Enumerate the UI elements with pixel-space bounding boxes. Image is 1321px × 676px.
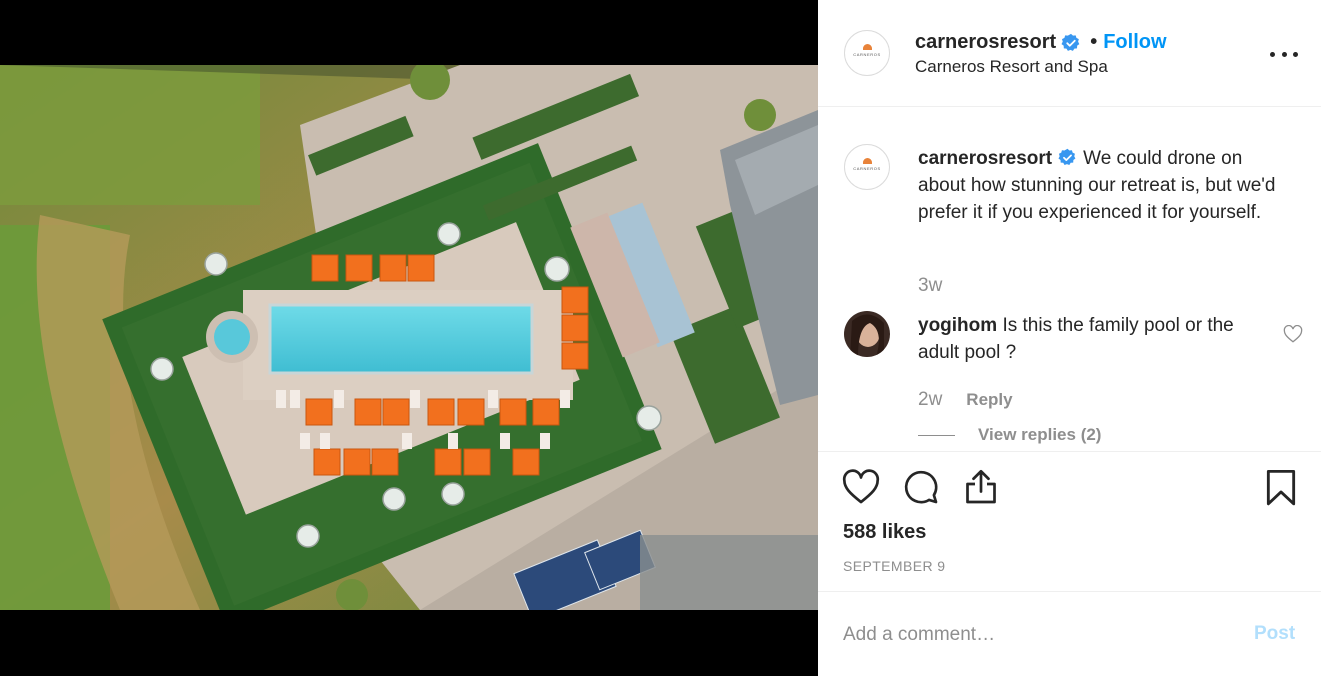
post-header: CARNEROS carnerosresort • Follow Carnero… (818, 0, 1321, 107)
comment-input[interactable] (843, 622, 1223, 648)
carneros-logo-mark-icon (863, 44, 872, 50)
avatar-wordmark: CARNEROS (853, 52, 881, 57)
header-username[interactable]: carnerosresort (915, 31, 1056, 54)
header-user-line: carnerosresort • Follow (915, 31, 1167, 54)
comment-timestamp[interactable]: 2w (918, 389, 942, 411)
caption-timestamp[interactable]: 3w (918, 275, 942, 297)
post-media (0, 0, 818, 676)
comments-section[interactable]: CARNEROS carnerosresort We could drone o… (818, 108, 1321, 451)
avatar-photo (844, 311, 890, 357)
post-details-panel: CARNEROS carnerosresort • Follow Carnero… (818, 0, 1321, 676)
view-replies-button[interactable]: View replies (2) (918, 425, 1101, 445)
bookmark-icon[interactable] (1265, 469, 1297, 507)
separator-dot: • (1090, 31, 1098, 53)
likes-count[interactable]: 588 likes (843, 521, 926, 544)
more-options-icon[interactable] (1270, 44, 1298, 64)
post-photo[interactable] (0, 65, 818, 610)
caption-avatar[interactable]: CARNEROS (844, 144, 890, 190)
caption-username[interactable]: carnerosresort (918, 148, 1052, 169)
share-icon[interactable] (963, 469, 999, 505)
comment-username[interactable]: yogihom (918, 315, 997, 336)
avatar[interactable]: CARNEROS (844, 30, 890, 76)
dot (1270, 51, 1275, 57)
view-replies-label: View replies (2) (978, 425, 1102, 444)
follow-button[interactable]: Follow (1103, 31, 1166, 54)
commenter-avatar[interactable] (844, 311, 890, 357)
dot (1281, 51, 1287, 57)
verified-badge-icon (1058, 148, 1076, 166)
divider-line (918, 434, 955, 436)
location-link[interactable]: Carneros Resort and Spa (915, 57, 1108, 77)
post-comment-button[interactable]: Post (1254, 623, 1295, 645)
post-actions: 588 likes SEPTEMBER 9 (818, 451, 1321, 591)
comment-meta: 2w Reply (918, 389, 1013, 411)
avatar-wordmark: CARNEROS (853, 166, 881, 171)
reply-button[interactable]: Reply (966, 390, 1012, 410)
comment-icon[interactable] (903, 469, 939, 505)
verified-badge-icon (1061, 33, 1080, 51)
heart-icon[interactable] (842, 469, 880, 505)
dot (1293, 51, 1298, 57)
comment-text-block: yogihom Is this the family pool or the a… (918, 312, 1278, 366)
aerial-resort-photo (0, 65, 818, 610)
add-comment-bar: Post (818, 591, 1321, 676)
carneros-logo-mark-icon (863, 158, 872, 164)
post-date[interactable]: SEPTEMBER 9 (843, 558, 945, 574)
comment-like-heart-icon[interactable] (1283, 325, 1303, 343)
caption-text-block: carnerosresort We could drone on about h… (918, 145, 1288, 226)
